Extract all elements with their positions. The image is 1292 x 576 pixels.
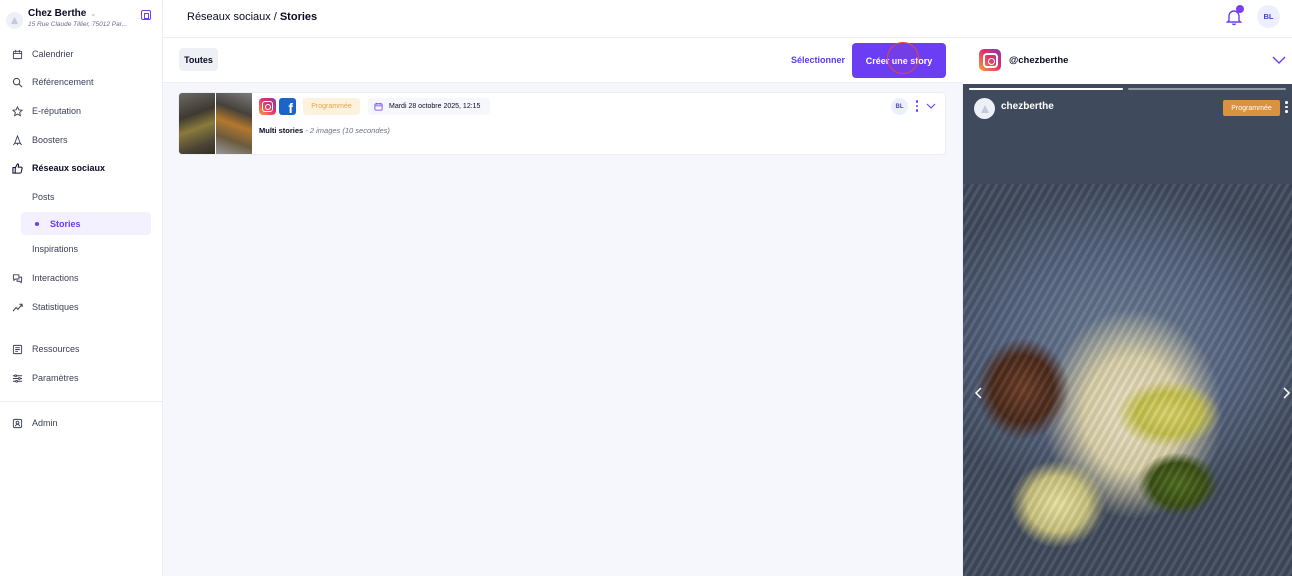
resources-icon bbox=[12, 344, 23, 355]
story-title-main: Multi stories bbox=[259, 126, 304, 135]
sidebar-subitem-label: Inspirations bbox=[32, 243, 79, 254]
topbar: Réseaux sociaux / Stories BL bbox=[163, 0, 1292, 38]
sidebar-item-boosters[interactable]: Boosters bbox=[0, 127, 163, 153]
story-progress-1 bbox=[969, 88, 1123, 90]
search-icon bbox=[12, 77, 23, 88]
sidebar-subitem-posts[interactable]: Posts bbox=[21, 185, 151, 208]
stories-panel: Toutes Sélectionner Créer une story f Pr… bbox=[163, 38, 963, 576]
sidebar-item-label: Réseaux sociaux bbox=[32, 163, 106, 173]
story-title-detail: - 2 images (10 secondes) bbox=[305, 126, 390, 135]
story-avatar bbox=[974, 98, 995, 119]
more-options-icon[interactable] bbox=[913, 98, 921, 114]
sidebar-item-label: Calendrier bbox=[32, 49, 74, 59]
status-badge: Programmée bbox=[303, 98, 360, 115]
chevron-down-icon: ⌄ bbox=[90, 10, 97, 18]
sidebar-subitem-label: Stories bbox=[50, 218, 81, 229]
calendar-icon bbox=[12, 49, 23, 60]
sidebar-item-label: Statistiques bbox=[32, 302, 79, 312]
establishment-name: Chez Berthe bbox=[28, 8, 87, 19]
stories-toolbar: Toutes Sélectionner Créer une story bbox=[163, 38, 963, 83]
rocket-icon bbox=[12, 134, 23, 146]
sidebar-item-statistiques[interactable]: Statistiques bbox=[0, 294, 163, 320]
plate-texture bbox=[963, 184, 1292, 576]
sidebar-item-referencement[interactable]: Référencement bbox=[0, 69, 163, 95]
sidebar-item-label: Ressources bbox=[32, 344, 80, 354]
story-image-1 bbox=[179, 93, 215, 154]
admin-icon bbox=[12, 418, 23, 429]
instagram-icon bbox=[259, 98, 276, 115]
sidebar-item-label: Référencement bbox=[32, 77, 94, 87]
story-preview-panel: @chezberthe chezberthe Programmée bbox=[963, 38, 1292, 576]
sidebar-item-parametres[interactable]: Paramètres bbox=[0, 365, 163, 391]
page-title: Stories bbox=[279, 11, 318, 23]
sidebar-subitem-stories[interactable]: Stories bbox=[21, 212, 151, 235]
sidebar-item-reseaux-sociaux[interactable]: Réseaux sociaux bbox=[0, 155, 163, 181]
breadcrumb-separator: / bbox=[273, 11, 277, 23]
story-card[interactable]: f Programmée Mardi 28 octobre 2025, 12:1… bbox=[178, 92, 946, 155]
click-indicator bbox=[887, 42, 919, 74]
instagram-icon bbox=[979, 49, 1001, 71]
chat-icon bbox=[12, 273, 23, 284]
publication-date[interactable]: Mardi 28 octobre 2025, 12:15 bbox=[368, 98, 490, 115]
establishment-switcher[interactable]: Chez Berthe ⌄ 15 Rue Claude Tillier, 750… bbox=[0, 0, 163, 38]
story-username: chezberthe bbox=[1001, 101, 1054, 112]
notification-badge bbox=[1236, 5, 1244, 13]
sidebar-divider bbox=[0, 401, 163, 402]
publication-date-text: Mardi 28 octobre 2025, 12:15 bbox=[389, 103, 481, 110]
star-icon bbox=[12, 105, 23, 117]
thumbs-up-icon bbox=[12, 162, 23, 174]
chevron-left-icon[interactable] bbox=[974, 386, 984, 400]
sidebar: Chez Berthe ⌄ 15 Rue Claude Tillier, 750… bbox=[0, 0, 163, 576]
chevron-down-icon[interactable] bbox=[1271, 54, 1287, 66]
sidebar-item-e-reputation[interactable]: E-réputation bbox=[0, 98, 163, 124]
story-preview-image: chezberthe Programmée bbox=[963, 84, 1292, 576]
sidebar-item-label: E-réputation bbox=[32, 106, 82, 116]
account-selector[interactable]: @chezberthe bbox=[963, 38, 1292, 84]
establishment-address: 15 Rue Claude Tillier, 75012 Par... bbox=[28, 21, 128, 28]
story-progress-2 bbox=[1128, 88, 1286, 90]
calendar-icon bbox=[374, 102, 383, 111]
story-image-2 bbox=[216, 93, 252, 154]
user-avatar[interactable]: BL bbox=[1257, 5, 1280, 28]
sidebar-item-interactions[interactable]: Interactions bbox=[0, 265, 163, 291]
sidebar-subitem-label: Posts bbox=[32, 191, 55, 202]
breadcrumb: Réseaux sociaux / Stories bbox=[187, 11, 317, 23]
story-status-badge: Programmée bbox=[1223, 100, 1280, 116]
tab-toutes[interactable]: Toutes bbox=[179, 48, 218, 71]
sidebar-subitem-inspirations[interactable]: Inspirations bbox=[21, 237, 151, 260]
sidebar-item-ressources[interactable]: Ressources bbox=[0, 336, 163, 362]
sidebar-item-label: Boosters bbox=[32, 135, 68, 145]
story-progress-fill bbox=[969, 88, 1123, 90]
select-button[interactable]: Sélectionner bbox=[791, 55, 845, 65]
sidebar-item-label: Paramètres bbox=[32, 373, 79, 383]
sidebar-item-calendrier[interactable]: Calendrier bbox=[0, 41, 163, 67]
sliders-icon bbox=[12, 373, 23, 384]
story-title: Multi stories - 2 images (10 secondes) bbox=[259, 126, 390, 135]
breadcrumb-parent[interactable]: Réseaux sociaux bbox=[187, 11, 271, 23]
establishment-logo bbox=[6, 12, 23, 29]
sidebar-item-admin[interactable]: Admin bbox=[0, 410, 163, 436]
story-thumbnail[interactable] bbox=[179, 93, 252, 154]
chevron-down-icon[interactable] bbox=[926, 101, 936, 111]
chevron-right-icon[interactable] bbox=[1281, 386, 1291, 400]
sidebar-item-label: Admin bbox=[32, 418, 58, 428]
collapse-sidebar-icon[interactable] bbox=[141, 10, 151, 20]
sidebar-item-label: Interactions bbox=[32, 273, 79, 283]
active-dot-icon bbox=[35, 221, 39, 226]
facebook-icon: f bbox=[279, 98, 296, 115]
author-avatar: BL bbox=[891, 98, 908, 115]
trend-icon bbox=[12, 302, 23, 313]
more-options-icon[interactable] bbox=[1285, 101, 1289, 115]
account-handle: @chezberthe bbox=[1009, 55, 1069, 66]
